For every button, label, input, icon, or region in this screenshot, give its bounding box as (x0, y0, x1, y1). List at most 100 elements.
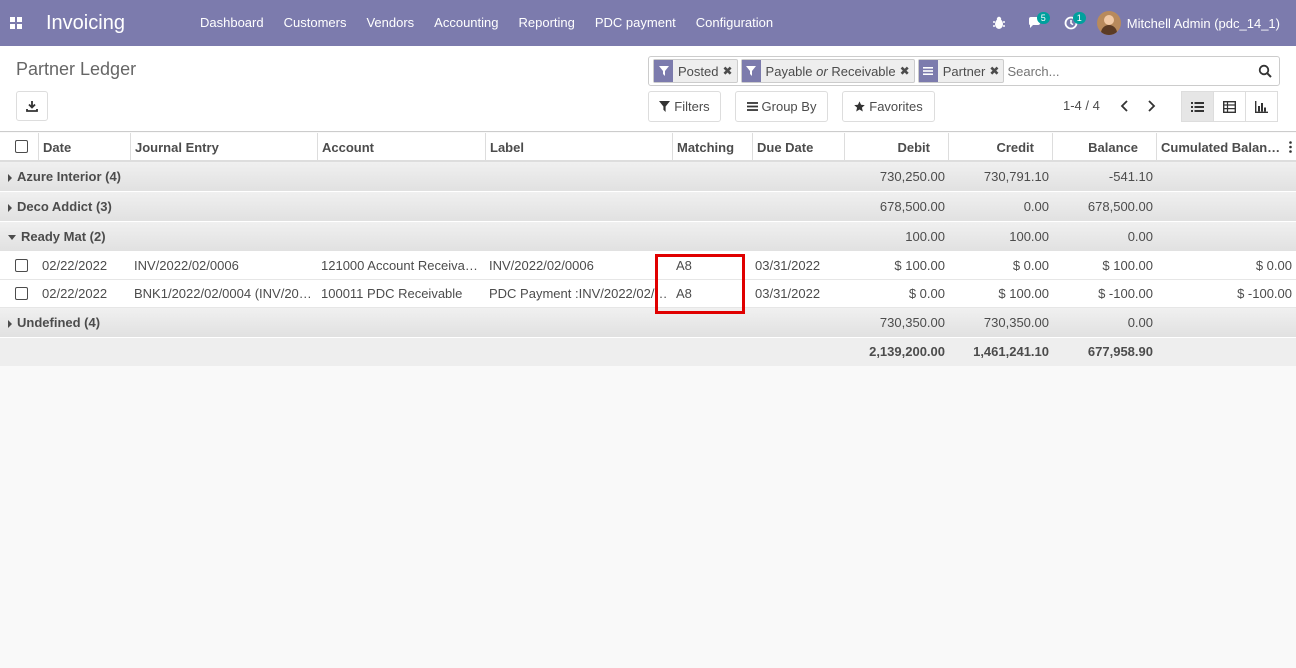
favorites-label: Favorites (869, 99, 923, 114)
filter-icon (741, 60, 761, 82)
col-balance[interactable]: Balance (1053, 133, 1157, 162)
caret-right-icon (8, 173, 12, 182)
table-row[interactable]: 02/22/2022 INV/2022/02/0006 121000 Accou… (0, 252, 1296, 280)
download-button[interactable] (16, 91, 48, 121)
cell-cumulated-balance: $ 0.00 (1255, 258, 1292, 273)
group-balance: -541.10 (1108, 169, 1153, 184)
group-row[interactable]: Azure Interior (4) 730,250.00 730,791.10… (0, 162, 1296, 192)
filters-label: Filters (674, 99, 710, 114)
filters-button[interactable]: Filters (648, 91, 721, 122)
col-label[interactable]: Label (486, 133, 673, 162)
user-menu[interactable]: Mitchell Admin (pdc_14_1) (1096, 11, 1280, 35)
group-name: Deco Addict (3) (17, 199, 112, 214)
pivot-view-icon[interactable] (1213, 91, 1246, 122)
col-journal-entry[interactable]: Journal Entry (131, 133, 318, 162)
pager-value[interactable]: 1-4 / 4 (1063, 98, 1100, 113)
total-debit: 2,139,200.00 (869, 344, 945, 359)
menu-dashboard[interactable]: Dashboard (190, 0, 274, 46)
apps-menu-icon[interactable] (0, 0, 32, 46)
group-row[interactable]: Ready Mat (2) 100.00 100.00 0.00 (0, 222, 1296, 252)
cell-credit: $ 100.00 (998, 286, 1049, 301)
cell-balance: $ -100.00 (1098, 286, 1153, 301)
cell-matching: A8 (676, 286, 692, 301)
col-credit[interactable]: Credit (949, 133, 1053, 162)
app-brand[interactable]: Invoicing (46, 12, 186, 35)
pager-previous-icon[interactable] (1114, 95, 1134, 117)
group-credit: 730,791.10 (983, 169, 1049, 184)
graph-view-icon[interactable] (1245, 91, 1278, 122)
facet-label-or: or (816, 63, 828, 79)
groupby-button[interactable]: Group By (735, 91, 828, 122)
cell-due-date: 03/31/2022 (755, 258, 821, 273)
pager-next-icon[interactable] (1141, 95, 1161, 117)
facet-remove-icon[interactable]: ✖ (900, 64, 914, 78)
facet-label: Posted (678, 63, 719, 79)
cell-due-date: 03/31/2022 (755, 286, 821, 301)
group-row[interactable]: Undefined (4) 730,350.00 730,350.00 0.00 (0, 308, 1296, 338)
menu-vendors[interactable]: Vendors (356, 0, 424, 46)
caret-right-icon (8, 319, 12, 328)
menu-accounting[interactable]: Accounting (424, 0, 508, 46)
totals-row: 2,139,200.00 1,461,241.10 677,958.90 (0, 338, 1296, 366)
col-cumulated-balance[interactable]: Cumulated Balan… (1157, 133, 1296, 162)
search-icon[interactable] (1251, 64, 1279, 78)
group-balance: 0.00 (1127, 315, 1153, 330)
col-account[interactable]: Account (318, 133, 486, 162)
col-date[interactable]: Date (39, 133, 131, 162)
activities-clock-icon[interactable]: 1 (1053, 0, 1089, 46)
search-input[interactable] (1007, 60, 1251, 82)
search-bar: Posted ✖ Payable or Receivable ✖ Partner… (648, 56, 1280, 86)
group-debit: 730,350.00 (879, 315, 945, 330)
group-icon (918, 60, 938, 82)
row-checkbox[interactable] (15, 287, 28, 300)
total-credit: 1,461,241.10 (973, 344, 1049, 359)
col-matching[interactable]: Matching (673, 133, 753, 162)
row-checkbox[interactable] (15, 259, 28, 272)
debug-bug-icon[interactable] (981, 0, 1017, 46)
favorites-button[interactable]: Favorites (842, 91, 935, 122)
col-debit[interactable]: Debit (845, 133, 949, 162)
facet-remove-icon[interactable]: ✖ (989, 64, 1003, 78)
list-view-icon[interactable] (1181, 91, 1214, 122)
group-credit: 100.00 (1009, 229, 1049, 244)
cell-credit: $ 0.00 (1012, 258, 1049, 273)
activities-count-badge: 1 (1072, 12, 1086, 24)
user-avatar (1096, 11, 1121, 35)
facet-label: Partner (942, 63, 986, 79)
cell-journal-entry: BNK1/2022/02/0004 (INV/2022/02/0006) (134, 286, 318, 301)
messages-count-badge: 5 (1036, 12, 1050, 24)
facet-remove-icon[interactable]: ✖ (722, 64, 736, 78)
facet-posted: Posted ✖ (653, 59, 738, 83)
cell-date: 02/22/2022 (42, 286, 108, 301)
group-name: Ready Mat (2) (21, 229, 106, 244)
caret-down-icon (8, 235, 16, 241)
col-due-date[interactable]: Due Date (753, 133, 845, 162)
group-name: Undefined (4) (17, 315, 101, 330)
menu-configuration[interactable]: Configuration (686, 0, 783, 46)
group-row[interactable]: Deco Addict (3) 678,500.00 0.00 678,500.… (0, 192, 1296, 222)
user-name: Mitchell Admin (pdc_14_1) (1126, 15, 1280, 31)
menu-reporting[interactable]: Reporting (509, 0, 585, 46)
download-icon (26, 101, 38, 112)
cell-balance: $ 100.00 (1102, 258, 1153, 273)
column-options-icon[interactable] (1289, 141, 1292, 153)
group-balance: 678,500.00 (1087, 199, 1153, 214)
caret-right-icon (8, 203, 12, 212)
cell-journal-entry: INV/2022/02/0006 (134, 258, 239, 273)
cell-account: 100011 PDC Receivable (321, 286, 463, 301)
group-balance: 0.00 (1127, 229, 1153, 244)
cell-account: 121000 Account Receivable (321, 258, 483, 273)
main-menu: Dashboard Customers Vendors Accounting R… (190, 0, 783, 46)
menu-pdc-payment[interactable]: PDC payment (585, 0, 686, 46)
messages-icon[interactable]: 5 (1017, 0, 1053, 46)
select-all-checkbox[interactable] (15, 140, 28, 153)
filter-icon (654, 60, 673, 82)
table-header: Date Journal Entry Account Label Matchin… (0, 133, 1296, 162)
group-credit: 0.00 (1023, 199, 1049, 214)
total-balance: 677,958.90 (1087, 344, 1153, 359)
facet-label-payable: Payable (765, 63, 813, 79)
group-debit: 100.00 (905, 229, 945, 244)
ledger-table: Date Journal Entry Account Label Matchin… (0, 133, 1296, 366)
menu-customers[interactable]: Customers (274, 0, 357, 46)
table-row[interactable]: 02/22/2022 BNK1/2022/02/0004 (INV/2022/0… (0, 280, 1296, 308)
